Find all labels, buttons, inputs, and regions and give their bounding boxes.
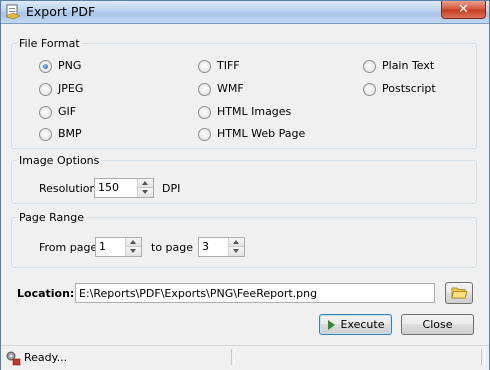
close-button-label: Close	[422, 318, 453, 331]
radio-postscript[interactable]	[363, 83, 376, 96]
image-options-legend: Image Options	[19, 154, 100, 167]
to-page-value[interactable]: 3	[202, 240, 209, 253]
radio-gif[interactable]	[39, 106, 52, 119]
to-page-down-arrow-icon[interactable]	[229, 247, 244, 256]
radio-bmp-label[interactable]: BMP	[58, 127, 82, 140]
radio-jpeg[interactable]	[39, 83, 52, 96]
resolution-spinner-arrows[interactable]	[137, 179, 153, 197]
status-bar: Ready...	[1, 345, 489, 370]
resolution-label: Resolution:	[39, 182, 101, 195]
close-icon: ✕	[458, 2, 469, 17]
radio-plain-text[interactable]	[363, 60, 376, 73]
location-path-input[interactable]: E:\Reports\PDF\Exports\PNG\FeeReport.png	[75, 283, 435, 303]
resolution-value[interactable]: 150	[98, 181, 119, 194]
image-options-group: Image Options	[11, 154, 477, 204]
to-page-spinner-arrows[interactable]	[228, 238, 244, 256]
window-title: Export PDF	[26, 4, 96, 19]
resolution-down-arrow-icon[interactable]	[138, 188, 153, 197]
radio-bmp[interactable]	[39, 128, 52, 141]
radio-png-label[interactable]: PNG	[58, 59, 81, 72]
radio-png[interactable]	[39, 60, 52, 73]
from-page-value[interactable]: 1	[99, 240, 106, 253]
export-app-icon	[5, 4, 21, 20]
close-button[interactable]: Close	[401, 314, 474, 335]
radio-plain-text-label[interactable]: Plain Text	[382, 59, 434, 72]
dpi-unit-label: DPI	[162, 182, 181, 195]
to-page-up-arrow-icon[interactable]	[229, 238, 244, 247]
title-bar[interactable]: Export PDF ✕	[1, 1, 489, 24]
radio-gif-label[interactable]: GIF	[58, 105, 76, 118]
from-page-spinner-arrows[interactable]	[125, 238, 141, 256]
file-format-legend: File Format	[19, 37, 80, 50]
radio-html-web-page[interactable]	[198, 128, 211, 141]
page-range-legend: Page Range	[19, 211, 84, 224]
radio-html-images[interactable]	[198, 106, 211, 119]
execute-button-label: Execute	[340, 318, 385, 331]
resolution-spinner[interactable]: 150	[94, 178, 154, 198]
status-separator	[231, 349, 235, 365]
status-separator-right	[481, 349, 485, 365]
radio-html-images-label[interactable]: HTML Images	[217, 105, 291, 118]
location-path-value[interactable]: E:\Reports\PDF\Exports\PNG\FeeReport.png	[79, 287, 317, 300]
radio-jpeg-label[interactable]: JPEG	[58, 82, 83, 95]
status-text: Ready...	[24, 351, 68, 364]
from-page-down-arrow-icon[interactable]	[126, 247, 141, 256]
dialog-body: File Format PNG JPEG GIF BMP TIFF WMF HT…	[5, 28, 485, 366]
radio-wmf-label[interactable]: WMF	[217, 82, 244, 95]
radio-wmf[interactable]	[198, 83, 211, 96]
from-page-label: From page	[39, 241, 98, 254]
window-close-button[interactable]: ✕	[441, 1, 486, 19]
to-page-spinner[interactable]: 3	[198, 237, 245, 257]
folder-open-icon	[451, 286, 468, 303]
execute-button[interactable]: Execute	[319, 314, 392, 335]
radio-html-web-page-label[interactable]: HTML Web Page	[217, 127, 305, 140]
export-pdf-window: Export PDF ✕ File Format PNG JPEG GIF BM…	[0, 0, 490, 370]
resolution-up-arrow-icon[interactable]	[138, 179, 153, 188]
from-page-spinner[interactable]: 1	[95, 237, 142, 257]
to-page-label: to page	[151, 241, 194, 254]
status-gear-icon	[5, 350, 21, 370]
radio-tiff-label[interactable]: TIFF	[217, 59, 240, 72]
browse-folder-button[interactable]	[445, 282, 473, 304]
from-page-up-arrow-icon[interactable]	[126, 238, 141, 247]
location-label: Location:	[17, 287, 75, 300]
radio-tiff[interactable]	[198, 60, 211, 73]
radio-postscript-label[interactable]: Postscript	[382, 82, 436, 95]
